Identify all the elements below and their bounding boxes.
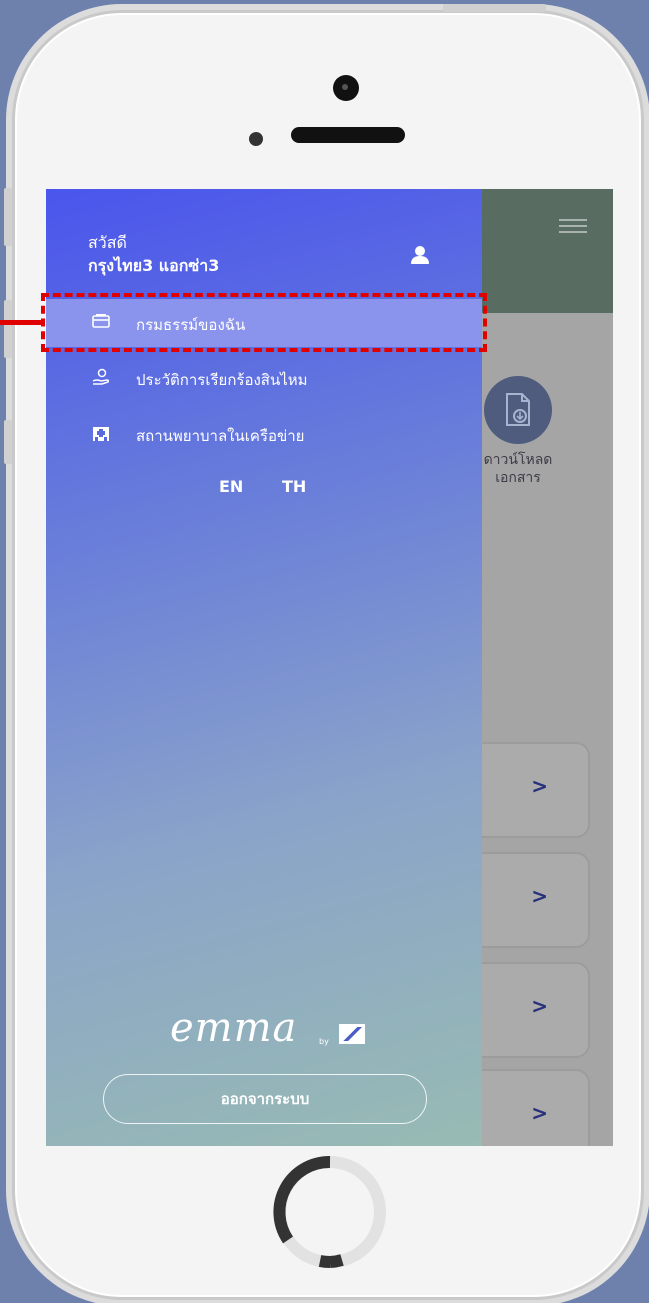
chevron-right-icon: > bbox=[531, 994, 548, 1018]
earpiece-speaker bbox=[291, 127, 405, 143]
chevron-right-icon: > bbox=[531, 884, 548, 908]
axa-logo bbox=[339, 1024, 365, 1044]
hand-coin-icon bbox=[92, 368, 110, 386]
highlight-pointer-line bbox=[0, 320, 42, 325]
silent-switch bbox=[4, 188, 12, 246]
power-button bbox=[443, 4, 546, 12]
chevron-right-icon: > bbox=[531, 774, 548, 798]
menu-item-label: ประวัติการเรียกร้องสินไหม bbox=[136, 371, 308, 389]
language-en-button[interactable]: EN bbox=[219, 477, 243, 496]
download-documents-button[interactable] bbox=[484, 376, 552, 444]
document-download-icon bbox=[506, 393, 530, 426]
volume-up-button bbox=[4, 300, 12, 358]
menu-item-claim-history[interactable]: ประวัติการเรียกร้องสินไหม bbox=[46, 354, 482, 402]
volume-down-button bbox=[4, 420, 12, 464]
logout-button[interactable]: ออกจากระบบ bbox=[103, 1074, 427, 1124]
user-profile-icon[interactable] bbox=[410, 245, 430, 269]
greeting-text: สวัสดี bbox=[88, 233, 127, 252]
hamburger-menu-icon[interactable] bbox=[559, 219, 587, 237]
chevron-right-icon: > bbox=[531, 1101, 548, 1125]
user-name: กรุงไทย3 แอกซ่า3 bbox=[88, 256, 220, 275]
emma-logo: emma bbox=[170, 1005, 298, 1051]
proximity-sensor bbox=[249, 132, 263, 146]
hospital-icon bbox=[92, 424, 110, 442]
menu-item-label: สถานพยาบาลในเครือข่าย bbox=[136, 427, 305, 445]
language-th-button[interactable]: TH bbox=[282, 477, 306, 496]
highlight-box bbox=[41, 293, 487, 352]
menu-item-network-hospitals[interactable]: สถานพยาบาลในเครือข่าย bbox=[46, 410, 482, 458]
home-button[interactable] bbox=[270, 1152, 390, 1272]
front-camera bbox=[333, 75, 359, 101]
logo-by-text: by bbox=[319, 1037, 329, 1046]
